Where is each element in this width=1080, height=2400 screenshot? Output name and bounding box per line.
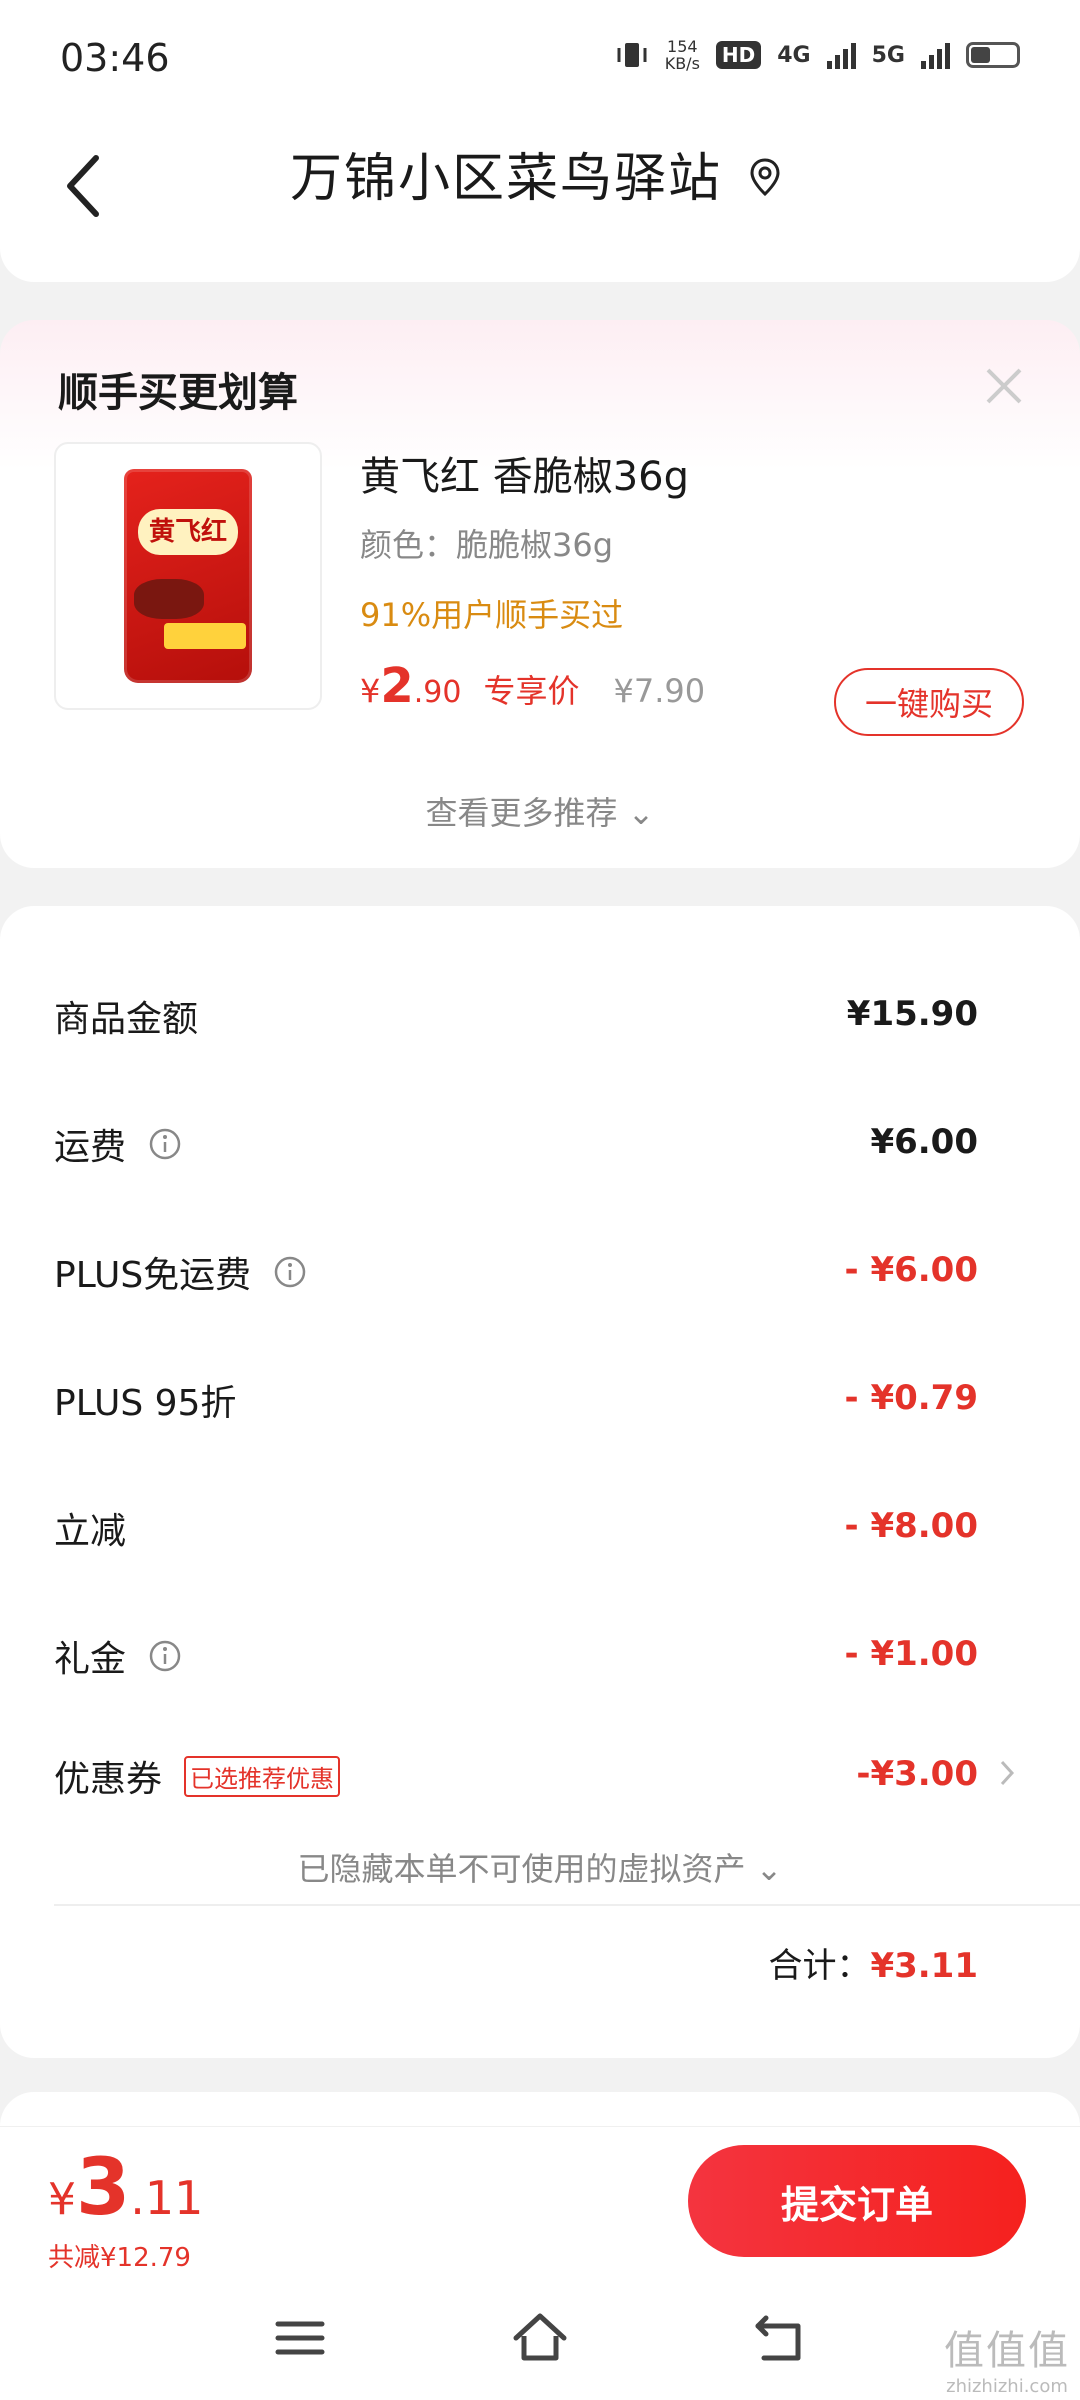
signal-5g-icon: [921, 41, 950, 69]
net-speed: 154 KB/s: [665, 38, 700, 72]
summary-label: 优惠券 已选推荐优惠: [54, 1750, 341, 1802]
product-stripe-graphic: [164, 623, 246, 649]
watermark-main: 值值值: [944, 2328, 1070, 2374]
chevron-right-icon[interactable]: [998, 1756, 1016, 1790]
summary-label: 立减: [54, 1511, 127, 1552]
back-arrow-icon[interactable]: [58, 140, 118, 230]
summary-label: PLUS 95折: [54, 1383, 237, 1424]
product-image[interactable]: 黄飞红: [54, 442, 322, 710]
summary-row-plus-free-shipping: PLUS免运费 - ¥6.00: [54, 1246, 978, 1306]
menu-icon[interactable]: [270, 2308, 330, 2368]
total-saved: 共减¥12.79: [48, 2243, 191, 2273]
pay-symbol: ¥: [48, 2174, 76, 2225]
summary-row-gift-cash: 礼金 - ¥1.00: [54, 1630, 978, 1690]
more-recommend-link[interactable]: 查看更多推荐 ⌄: [0, 788, 1080, 834]
battery-icon: [966, 42, 1020, 68]
recommend-card: 顺手买更划算 黄飞红 黄飞红 香脆椒36g 颜色：脆脆椒36g 91%用户顺手买…: [0, 320, 1080, 868]
page-header: 万锦小区菜鸟驿站: [0, 120, 1080, 282]
summary-label: 礼金: [54, 1630, 182, 1682]
checkout-bar: ¥ 3 .11 共减¥12.79 提交订单: [0, 2126, 1080, 2277]
summary-row-shipping: 运费 ¥6.00: [54, 1118, 978, 1178]
summary-label: 运费: [54, 1118, 182, 1170]
recommend-title: 顺手买更划算: [58, 370, 298, 416]
info-icon[interactable]: [148, 1639, 182, 1673]
summary-label-text: 运费: [54, 1127, 127, 1168]
price-tag: 专享价: [483, 672, 580, 710]
info-icon[interactable]: [273, 1255, 307, 1289]
summary-value: - ¥8.00: [844, 1506, 979, 1546]
status-bar: 03:46 154 KB/s HD 4G 5G: [0, 0, 1080, 120]
page-title: 万锦小区菜鸟驿站: [290, 149, 723, 209]
home-icon[interactable]: [510, 2308, 570, 2368]
summary-value: ¥6.00: [870, 1122, 978, 1162]
product-popularity: 91%用户顺手买过: [360, 596, 624, 634]
summary-value: - ¥0.79: [844, 1378, 979, 1418]
summary-value: - ¥1.00: [844, 1634, 979, 1674]
summary-row-plus-discount: PLUS 95折 - ¥0.79: [54, 1374, 978, 1434]
summary-row-goods: 商品金额 ¥15.90: [54, 990, 978, 1050]
system-nav-bar: 值值值 zhizhizhi.com: [0, 2276, 1080, 2400]
net-speed-unit: KB/s: [664, 54, 700, 73]
net-4g-label: 4G: [777, 42, 811, 68]
status-icons: 154 KB/s HD 4G 5G: [615, 38, 1020, 72]
hd-badge: HD: [715, 41, 762, 69]
product-color: 颜色：脆脆椒36g: [360, 526, 614, 564]
back-nav-icon[interactable]: [750, 2308, 810, 2368]
price-symbol: ¥: [360, 672, 381, 710]
hidden-assets-note[interactable]: 已隐藏本单不可使用的虚拟资产 ⌄: [0, 1844, 1080, 1890]
pay-amount: ¥ 3 .11: [48, 2143, 203, 2233]
summary-value: - ¥6.00: [844, 1250, 979, 1290]
total-value: ¥3.11: [870, 1946, 978, 1986]
signal-4g-icon: [826, 41, 856, 69]
pay-decimal: .11: [130, 2171, 204, 2225]
summary-divider: [54, 1904, 1080, 1906]
net-5g-label: 5G: [871, 42, 905, 68]
original-price: ¥7.90: [613, 672, 706, 710]
status-time: 03:46: [60, 36, 170, 80]
info-icon[interactable]: [148, 1127, 182, 1161]
net-speed-value: 154: [667, 37, 698, 56]
one-click-buy-button[interactable]: 一键购买: [834, 668, 1024, 736]
product-chips-graphic: [134, 579, 204, 619]
close-icon[interactable]: [982, 364, 1026, 408]
product-bag-graphic: 黄飞红: [124, 469, 252, 683]
summary-label: PLUS免运费: [54, 1246, 307, 1298]
order-total: 合计：¥3.11: [768, 1938, 978, 1987]
pay-integer: 3: [76, 2143, 131, 2233]
summary-label-text: 礼金: [54, 1639, 127, 1680]
product-logo: 黄飞红: [138, 509, 238, 555]
submit-order-button[interactable]: 提交订单: [688, 2145, 1026, 2257]
summary-row-instant-discount: 立减 - ¥8.00: [54, 1502, 978, 1562]
price-integer: 2: [380, 658, 414, 714]
product-price: ¥ 2 .90 专享价 ¥7.90: [360, 658, 705, 714]
summary-label-text: 优惠券: [54, 1759, 163, 1800]
summary-value: -¥3.00: [856, 1754, 978, 1794]
product-name[interactable]: 黄飞红 香脆椒36g: [360, 444, 689, 502]
total-label: 合计：: [768, 1946, 871, 1986]
location-pin-icon: [750, 158, 780, 197]
summary-row-coupon[interactable]: 优惠券 已选推荐优惠 -¥3.00: [54, 1750, 1015, 1810]
summary-label: 商品金额: [54, 999, 199, 1040]
watermark: 值值值 zhizhizhi.com: [944, 2318, 1070, 2397]
price-decimal: .90: [413, 675, 462, 710]
watermark-sub: zhizhizhi.com: [946, 2376, 1068, 2397]
coupon-selected-tag: 已选推荐优惠: [184, 1755, 341, 1797]
summary-label-text: PLUS免运费: [54, 1255, 252, 1296]
summary-value: ¥15.90: [846, 994, 978, 1034]
vibrate-icon: [617, 43, 647, 67]
